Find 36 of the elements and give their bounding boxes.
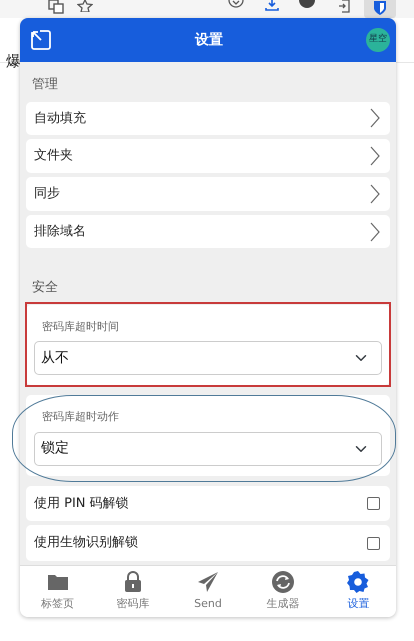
settings-row[interactable]: 文件夹 (26, 139, 390, 173)
nav-tab[interactable]: 生成器 (246, 566, 321, 617)
chevron-right-icon (370, 184, 380, 204)
section-label: 管理 (32, 77, 58, 92)
checkbox[interactable] (367, 536, 380, 550)
avatar[interactable]: 星空 (366, 28, 390, 52)
settings-row[interactable]: 自动填充 (26, 102, 390, 136)
door-icon[interactable] (338, 0, 350, 13)
nav-tab[interactable]: 密码库 (95, 566, 170, 617)
settings-icon (346, 570, 370, 594)
translate-icon[interactable] (48, 0, 64, 14)
chevron-right-icon (370, 222, 380, 242)
shield-icon[interactable] (364, 0, 396, 18)
nav-tab[interactable]: 标签页 (20, 566, 96, 617)
download-icon[interactable] (264, 0, 280, 12)
option-label: 使用 PIN 码解锁 (34, 494, 129, 513)
paper-plane-icon (196, 570, 220, 594)
dropdown-field[interactable]: 锁定 (34, 432, 382, 466)
nav-tab[interactable]: Send (170, 566, 246, 617)
sync-icon (271, 570, 296, 594)
field-label: 密码库超时时间 (42, 318, 119, 335)
popout-icon[interactable] (30, 29, 52, 51)
checkbox[interactable] (367, 497, 380, 510)
section-label: 安全 (32, 280, 58, 296)
popup-title: 设置 (195, 30, 223, 50)
chevron-right-icon (370, 108, 380, 128)
field-label: 密码库超时动作 (42, 409, 119, 426)
option-label: 使用生物识别解锁 (34, 534, 138, 552)
nav-tab[interactable]: 设置 (320, 566, 396, 617)
settings-row[interactable]: 排除域名 (26, 214, 390, 248)
chevron-right-icon (370, 146, 380, 166)
star-icon[interactable] (77, 0, 93, 12)
page-text: 爆 (6, 51, 21, 72)
settings-row[interactable]: 同步 (26, 176, 390, 211)
dropdown-field[interactable]: 从不 (34, 341, 382, 376)
pocket-icon[interactable] (228, 0, 244, 8)
